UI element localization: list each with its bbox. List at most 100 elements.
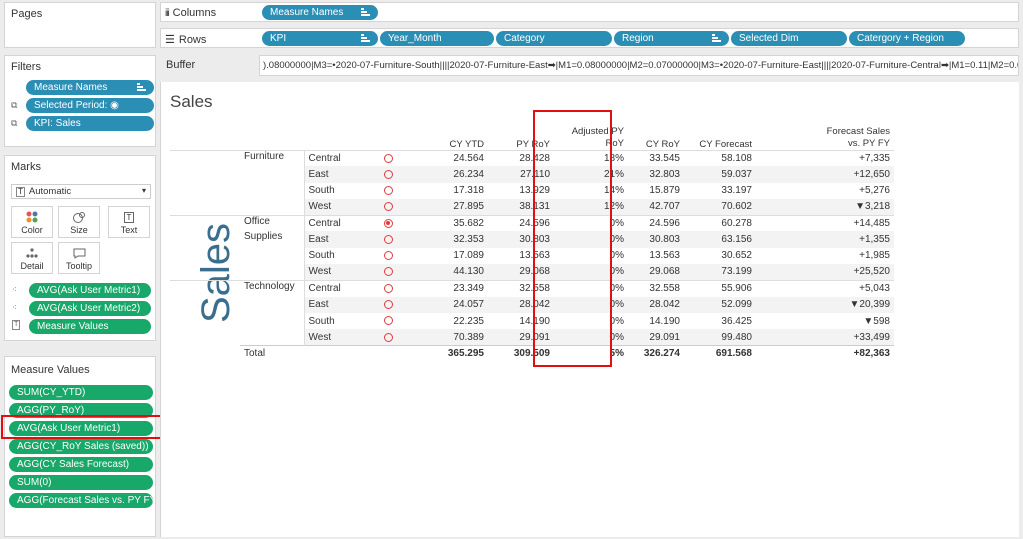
select-radio[interactable] (368, 166, 408, 183)
filter-pill-selected-period[interactable]: Selected Period: ◉ (26, 98, 154, 113)
select-radio[interactable] (368, 264, 408, 281)
select-radio[interactable] (368, 313, 408, 329)
sort-icon (361, 34, 371, 43)
radio-circle-icon[interactable] (383, 234, 393, 244)
marks-color-button[interactable]: Color (11, 206, 53, 238)
select-radio[interactable] (368, 296, 408, 313)
measure-value-forecast-vs-py[interactable]: AGG(Forecast Sales vs. PY FY) (9, 493, 153, 508)
chevron-down-icon: ▾ (141, 186, 146, 195)
measure-value-cy-ytd[interactable]: SUM(CY_YTD) (9, 385, 153, 400)
columns-shelf[interactable]: iii Columns Measure Names (160, 2, 1019, 22)
table-row[interactable]: West 27.895 38.131 12% 42.707 70.602 ▼3,218 (170, 198, 894, 216)
region-label: West (303, 264, 368, 281)
total-cy-forecast: 691.568 (684, 345, 756, 362)
table-row[interactable]: West 70.389 29.091 0% 29.091 99.480 +33,499 (170, 329, 894, 346)
cell-cy-forecast: 55.906 (684, 279, 756, 297)
cell-cy-roy: 15.879 (649, 185, 680, 197)
select-radio[interactable] (368, 231, 408, 248)
cell-cy-ytd: 70.389 (408, 329, 488, 346)
radio-circle-icon[interactable] (383, 186, 393, 196)
text-mark-icon: T (12, 320, 21, 330)
marks-field-ask-user-metric1[interactable]: AVG(Ask User Metric1) (29, 283, 151, 298)
marks-field-ask-user-metric2[interactable]: AVG(Ask User Metric2) (29, 301, 151, 316)
select-radio[interactable] (368, 279, 408, 297)
marks-size-button[interactable]: Size (58, 206, 100, 238)
buffer-input[interactable]: ).08000000|M3=•2020-07-Furniture-South||… (259, 55, 1019, 76)
table-row[interactable]: Supplies East 32.353 30.803 0% 30.803 63.156 +1… (170, 231, 894, 248)
size-icon (59, 209, 99, 225)
header-cy-roy: CY RoY (645, 138, 680, 150)
radio-circle-icon[interactable] (383, 284, 393, 294)
measure-value-sum-0[interactable]: SUM(0) (9, 475, 153, 490)
rows-shelf[interactable]: ☰ Rows KPI Year_Month Category Region Sel… (160, 28, 1019, 48)
columns-pill-measure-names[interactable]: Measure Names (262, 5, 378, 20)
table-row[interactable]: South 17.089 13.563 0% 13.563 30.652 +1,985 (170, 247, 894, 265)
text-mark-icon: T (16, 186, 25, 197)
marks-tooltip-button[interactable]: Tooltip (58, 242, 100, 274)
radio-circle-icon[interactable] (383, 153, 393, 163)
cell-forecast-vs-py: +25,520 (756, 264, 894, 281)
radio-circle-icon[interactable] (383, 202, 393, 212)
cell-cy-ytd: 35.682 (408, 214, 488, 232)
filter-pill-measure-names[interactable]: Measure Names (26, 80, 154, 95)
table-row[interactable]: South 17.318 13.929 14% 15.879 33.197 +5,276 (170, 182, 894, 199)
text-icon: T (109, 209, 149, 225)
select-radio[interactable] (368, 198, 408, 216)
table-row[interactable]: West 44.130 29.068 0% 29.068 73.199 +25,520 (170, 264, 894, 281)
radio-circle-icon[interactable] (383, 300, 393, 310)
buffer-field[interactable]: Buffer ).08000000|M3=•2020-07-Furniture-… (160, 55, 1019, 76)
cell-cy-ytd: 32.353 (408, 231, 488, 248)
rows-pill-category[interactable]: Category (496, 31, 612, 46)
cell-cy-roy: 29.091 (628, 329, 684, 346)
total-cy-ytd: 365.295 (408, 345, 488, 362)
select-radio[interactable] (368, 214, 408, 232)
marks-detail-button[interactable]: Detail (11, 242, 53, 274)
radio-circle-icon[interactable] (383, 332, 393, 342)
filters-panel: Filters Measure Names ⧉ Selected Period:… (4, 55, 156, 147)
table-row[interactable]: East 26.234 27.110 21% 32.803 59.037 +12,650 (170, 166, 894, 183)
table-row[interactable]: East 24.057 28.042 0% 28.042 52.099 ▼20,399 (170, 296, 894, 313)
mark-type-dropdown[interactable]: T Automatic ▾ (11, 184, 151, 199)
select-radio[interactable] (368, 248, 408, 264)
table-row[interactable]: Technology Central 23.349 32.558 0% 32.558 55.… (170, 279, 894, 297)
radio-circle-icon[interactable] (383, 316, 393, 326)
cell-cy-roy: 24.596 (628, 214, 684, 232)
cell-cy-ytd: 27.895 (408, 198, 488, 216)
measure-value-cy-roy-sales[interactable]: AGG(CY_RoY Sales (saved)) (9, 439, 153, 454)
cell-cy-roy: 13.563 (649, 250, 680, 262)
cell-cy-ytd: 44.130 (408, 264, 488, 281)
cell-cy-ytd: 23.349 (408, 279, 488, 297)
rows-pill-year-month[interactable]: Year_Month (380, 31, 494, 46)
cell-cy-forecast: 99.480 (684, 329, 756, 346)
table-row[interactable]: Office Central 35.682 24.596 0% 24.596 60.278 +… (170, 214, 894, 232)
rows-pill-category-region[interactable]: Catergory + Region (849, 31, 965, 46)
header-cy-forecast: CY Forecast (699, 138, 752, 150)
cell-cy-forecast: 52.099 (684, 296, 756, 313)
rows-pill-selected-dim[interactable]: Selected Dim (731, 31, 847, 46)
radio-circle-icon[interactable] (383, 267, 393, 277)
measure-value-cy-sales-forecast[interactable]: AGG(CY Sales Forecast) (9, 457, 153, 472)
marks-title: Marks (11, 161, 41, 173)
marks-field-measure-values[interactable]: Measure Values (29, 319, 151, 334)
select-radio[interactable] (368, 149, 408, 167)
table-row[interactable]: Furniture Central 24.564 28.428 18% 33.545 58.… (170, 149, 894, 167)
select-radio[interactable] (368, 183, 408, 199)
marks-text-button[interactable]: T Text (108, 206, 150, 238)
cell-cy-forecast: 73.199 (684, 264, 756, 281)
radio-circle-icon[interactable] (383, 218, 393, 228)
cell-cy-ytd: 22.235 (453, 315, 484, 327)
buffer-label: Buffer (166, 59, 196, 71)
select-radio[interactable] (368, 329, 408, 346)
radio-circle-icon[interactable] (383, 169, 393, 179)
region-label: South (303, 247, 368, 265)
filter-pill-kpi-sales[interactable]: KPI: Sales (26, 116, 154, 131)
cell-cy-forecast: 63.156 (684, 231, 756, 248)
cell-cy-ytd: 17.089 (453, 250, 484, 262)
cell-forecast-vs-py: +5,043 (756, 279, 894, 297)
table-row[interactable]: South 22.235 14.190 0% 14.190 36.425 ▼598 (170, 312, 894, 330)
rows-pill-region[interactable]: Region (614, 31, 729, 46)
radio-circle-icon[interactable] (383, 251, 393, 261)
cell-forecast-vs-py: +7,335 (756, 149, 894, 167)
rows-pill-kpi[interactable]: KPI (262, 31, 378, 46)
cell-forecast-vs-py: +33,499 (756, 329, 894, 346)
